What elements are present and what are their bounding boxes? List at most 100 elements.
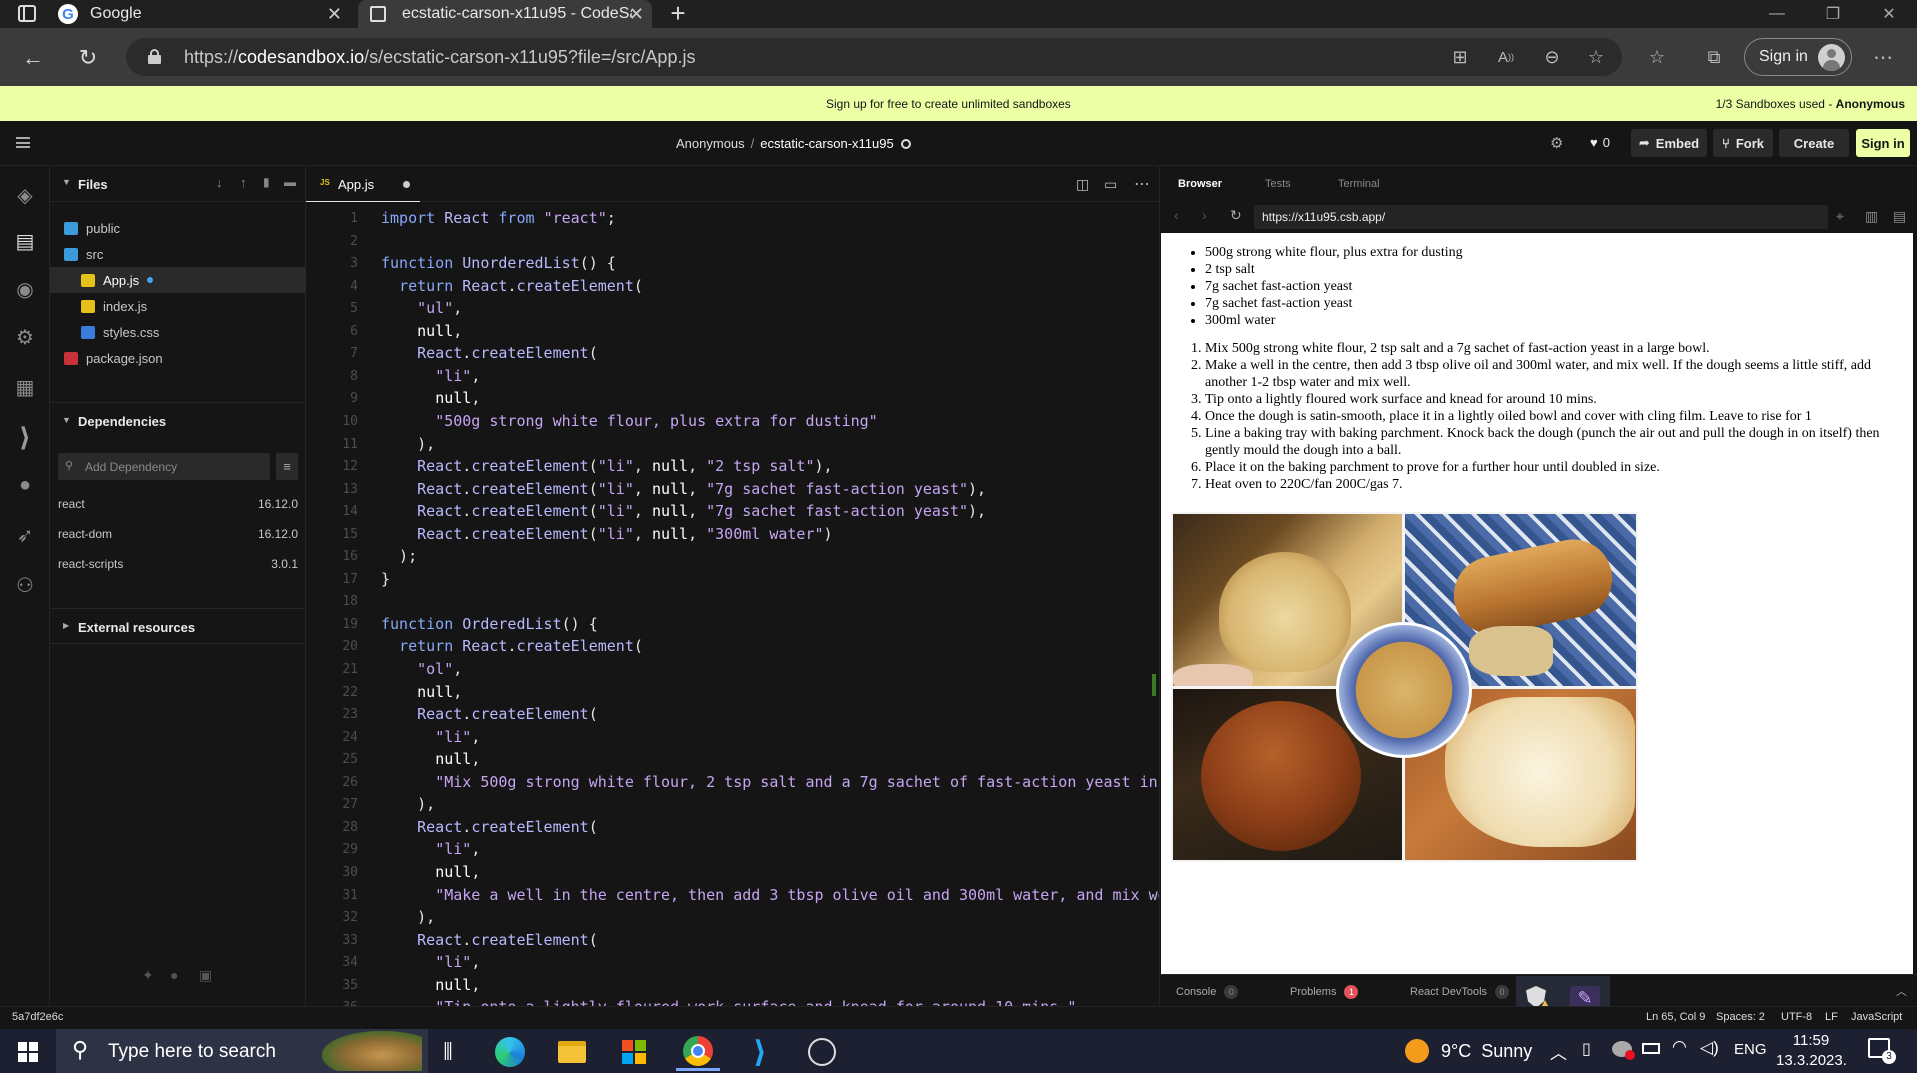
code-line[interactable]: React.createElement("li", null, "2 tsp s… [381, 457, 832, 475]
fork-button[interactable]: ⑂ Fork [1713, 129, 1773, 157]
signin-button[interactable]: Sign in [1856, 129, 1910, 157]
dependency-item[interactable]: react-scripts 3.0.1 [58, 557, 298, 571]
commit-hash[interactable]: 5a7df2e6c [12, 1011, 63, 1023]
new-file-icon[interactable]: ▮ [263, 175, 270, 189]
tree-item-src[interactable]: src [64, 241, 103, 267]
code-line[interactable]: "500g strong white flour, plus extra for… [381, 412, 878, 430]
tree-item-package-json[interactable]: package.json [64, 345, 163, 371]
open-sandbox-icon[interactable]: ▤ [1893, 208, 1906, 225]
sandbox-name[interactable]: ecstatic-carson-x11u95 [760, 136, 893, 151]
code-line[interactable]: null, [381, 863, 480, 881]
add-dependency-input[interactable]: ⚲ Add Dependency [58, 453, 270, 480]
favorites-icon[interactable]: ☆ [1643, 43, 1671, 71]
chevron-up-icon[interactable]: ︿ [1550, 1039, 1567, 1064]
code-line[interactable]: "Tip onto a lightly floured work surface… [381, 998, 1076, 1006]
code-line[interactable]: null, [381, 389, 480, 407]
tab-tests[interactable]: Tests [1265, 178, 1291, 190]
collapse-all-icon[interactable]: ↓ [216, 175, 223, 190]
dependencies-section-header[interactable]: ▼ Dependencies [50, 402, 306, 438]
code-line[interactable]: function UnorderedList() { [381, 254, 616, 272]
volume-icon[interactable]: ◁) [1700, 1038, 1719, 1058]
chevron-up-icon[interactable]: ︿ [1896, 983, 1907, 999]
code-line[interactable]: "ol", [381, 660, 462, 678]
code-line[interactable]: null, [381, 322, 462, 340]
preview-window-icon[interactable]: ▭ [1104, 176, 1117, 193]
devtools-icon[interactable]: ⌖ [1836, 208, 1844, 225]
code-line[interactable]: null, [381, 976, 480, 994]
add-favorite-icon[interactable]: ☆ [1582, 43, 1610, 71]
language-mode[interactable]: JavaScript [1851, 1011, 1902, 1023]
code-line[interactable]: React.createElement( [381, 931, 598, 949]
preview-url-bar[interactable]: https://x11u95.csb.app/ [1254, 205, 1828, 229]
close-icon[interactable]: ✕ [327, 4, 342, 25]
tree-item-index-js[interactable]: index.js [81, 293, 147, 319]
read-aloud-icon[interactable]: A)) [1492, 43, 1520, 71]
discord-icon[interactable]: ▣ [199, 967, 212, 984]
network-error-icon[interactable] [1612, 1041, 1635, 1060]
reload-button[interactable]: ↻ [72, 42, 104, 74]
vscode-icon[interactable]: ⟩ [12, 422, 38, 452]
new-folder-icon[interactable]: ▬ [284, 175, 296, 189]
code-line[interactable]: null, [381, 683, 462, 701]
code-line[interactable]: React.createElement( [381, 344, 598, 362]
clock[interactable]: 11:59 13.3.2023. [1776, 1031, 1847, 1071]
address-bar[interactable]: https://codesandbox.io/s/ecstatic-carson… [126, 38, 1622, 76]
code-line[interactable]: return React.createElement( [381, 277, 643, 295]
weather-widget[interactable]: 9°C Sunny [1405, 1039, 1532, 1063]
tree-item-app-js[interactable]: App.js [50, 267, 306, 293]
embed-button[interactable]: ➦ Embed [1631, 129, 1707, 157]
github-icon[interactable]: ● [170, 967, 178, 983]
code-line[interactable]: ), [381, 795, 435, 813]
external-resources-header[interactable]: ▶ External resources [50, 608, 306, 644]
task-view-icon[interactable]: ⫼ [426, 1033, 470, 1071]
code-line[interactable]: ), [381, 908, 435, 926]
meet-now-icon[interactable]: ▯ [1582, 1039, 1591, 1059]
restore-button[interactable]: ❐ [1805, 0, 1861, 28]
code-line[interactable]: } [381, 570, 390, 588]
github-icon[interactable]: ● [12, 472, 38, 498]
browser-profile-button[interactable]: Sign in [1744, 38, 1852, 76]
problems-tab[interactable]: Problems 1 [1290, 985, 1359, 999]
twitter-icon[interactable]: ✦ [142, 967, 154, 984]
editor-tab-app-js[interactable]: JS App.js [306, 166, 420, 202]
create-button[interactable]: Create [1779, 129, 1849, 157]
split-view-icon[interactable]: ◫ [1076, 176, 1089, 193]
tree-item-styles-css[interactable]: styles.css [81, 319, 159, 345]
code-line[interactable]: React.createElement("li", null, "7g sach… [381, 502, 986, 520]
tab-actions-icon[interactable] [18, 5, 36, 22]
wifi-icon[interactable]: ◠ [1672, 1037, 1687, 1057]
indentation[interactable]: Spaces: 2 [1716, 1011, 1765, 1023]
deploy-icon[interactable]: ➶ [12, 522, 38, 548]
search-icon[interactable]: ◉ [12, 276, 38, 302]
tree-item-public[interactable]: public [64, 215, 120, 241]
preview-back-icon[interactable]: ‹ [1174, 207, 1179, 223]
more-options-icon[interactable]: ⋯ [1869, 43, 1897, 71]
code-line[interactable]: return React.createElement( [381, 637, 643, 655]
code-line[interactable]: React.createElement("li", null, "300ml w… [381, 525, 832, 543]
code-line[interactable]: "li", [381, 728, 480, 746]
signup-banner-message[interactable]: Sign up for free to create unlimited san… [826, 97, 1071, 111]
files-section-header[interactable]: ▼ Files ↓ ↑ ▮ ▬ [50, 166, 306, 202]
lock-icon[interactable] [148, 49, 161, 64]
code-line[interactable]: React.createElement("li", null, "7g sach… [381, 480, 986, 498]
console-tab[interactable]: Console 0 [1176, 985, 1239, 999]
vscode-taskbar-icon[interactable]: ⟩ [738, 1033, 782, 1071]
settings-icon[interactable]: ⚙ [12, 324, 38, 350]
back-button[interactable]: ← [17, 42, 49, 74]
upload-icon[interactable]: ↑ [240, 175, 247, 190]
code-line[interactable]: React.createElement( [381, 705, 598, 723]
code-line[interactable]: "Mix 500g strong white flour, 2 tsp salt… [381, 773, 1157, 791]
code-line[interactable]: "ul", [381, 299, 462, 317]
encoding[interactable]: UTF-8 [1781, 1011, 1812, 1023]
sandbox-info-icon[interactable]: ◈ [12, 182, 38, 208]
code-line[interactable]: "li", [381, 953, 480, 971]
code-area[interactable]: 1 import React from "react"; 2 3 function Un… [306, 202, 1159, 1006]
preview-refresh-icon[interactable]: ↻ [1230, 207, 1242, 224]
breadcrumb-owner[interactable]: Anonymous [676, 136, 745, 151]
browser-tab-google[interactable]: G Google ✕ [58, 0, 350, 28]
apps-icon[interactable]: ⊞ [1446, 43, 1474, 71]
browser-tab-codesandbox[interactable]: ecstatic-carson-x11u95 - CodeSa ✕ [358, 0, 652, 28]
unsaved-dot-icon[interactable] [403, 181, 410, 188]
new-tab-button[interactable]: + [664, 0, 692, 28]
code-line[interactable]: function OrderedList() { [381, 615, 598, 633]
